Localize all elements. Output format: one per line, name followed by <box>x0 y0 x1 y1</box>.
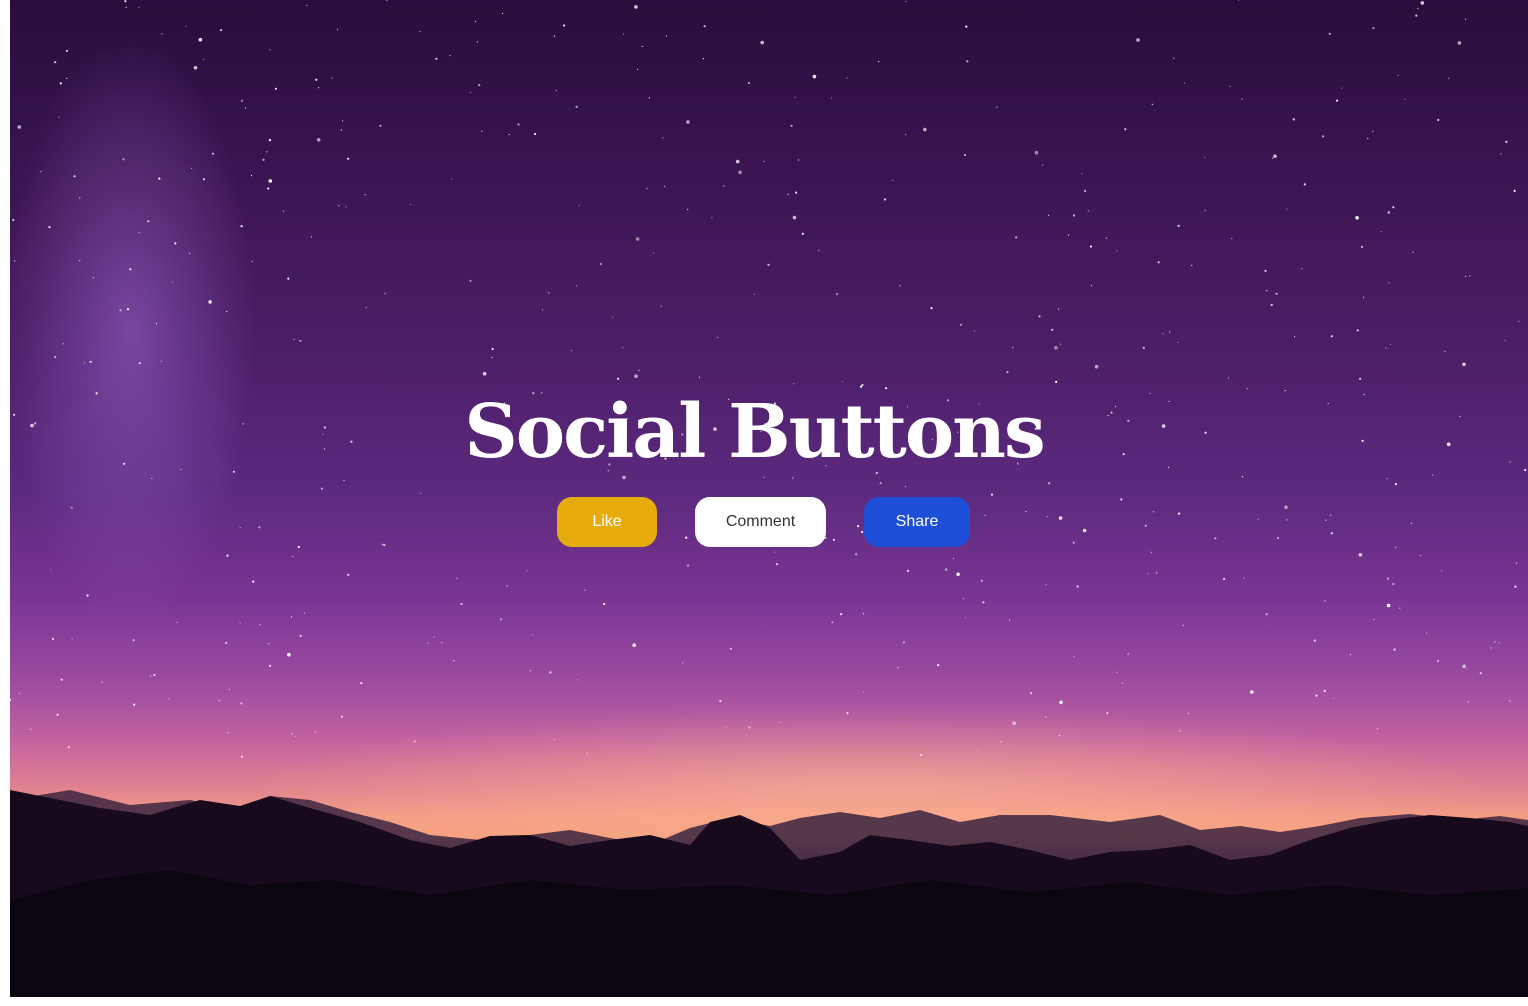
like-button[interactable]: Like <box>557 497 657 547</box>
share-button[interactable]: Share <box>864 497 970 547</box>
page-title: Social Buttons <box>464 388 1045 475</box>
social-button-row: Like Comment Share <box>0 497 1518 547</box>
comment-button[interactable]: Comment <box>695 497 826 547</box>
